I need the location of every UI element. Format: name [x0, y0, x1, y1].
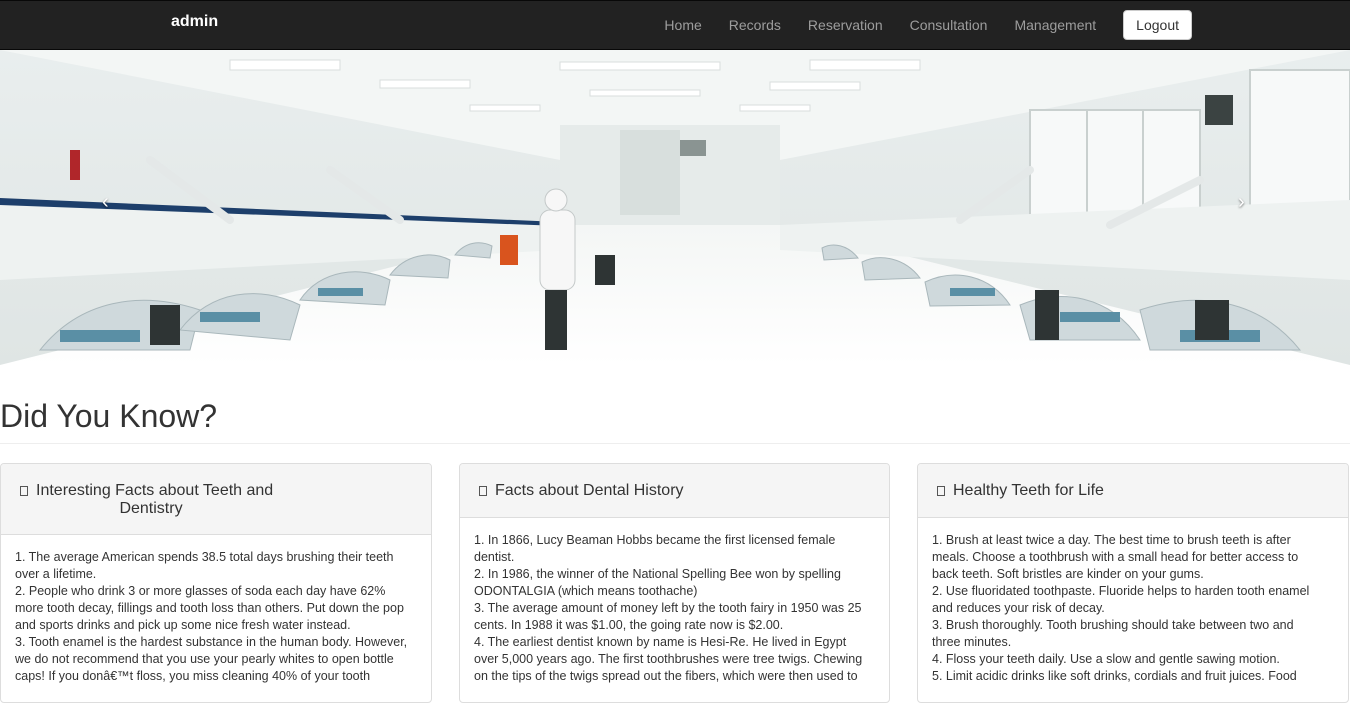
panel-body: 1. Brush at least twice a day. The best … [918, 518, 1348, 699]
panel-text-line: 3. Brush thoroughly. Tooth brushing shou… [932, 618, 1294, 632]
panel-dental-history: Facts about Dental History 1. In 1866, L… [459, 463, 890, 703]
nav-consultation[interactable]: Consultation [910, 17, 988, 33]
carousel-prev-icon[interactable]: ‹ [102, 192, 109, 212]
panel-text-line: ODONTALGIA (which means toothache) [474, 584, 698, 598]
panel-text-line: 1. Brush at least twice a day. The best … [932, 533, 1291, 547]
panel-text-line: and sports drinks and pick up some nice … [15, 618, 351, 632]
panel-text-line: over 5,000 years ago. The first toothbru… [474, 652, 863, 666]
panel-text-line: 1. The average American spends 38.5 tota… [15, 550, 394, 564]
panel-text-line: cents. In 1988 it was $1.00, the going r… [474, 618, 784, 632]
panel-teeth-facts: Interesting Facts about Teeth and Dentis… [0, 463, 432, 703]
panel-text-line: back teeth. Soft bristles are kinder on … [932, 567, 1204, 581]
panel-title-line2: Dentistry [119, 500, 183, 517]
section-divider [0, 443, 1350, 444]
panel-text-line: 4. Floss your teeth daily. Use a slow an… [932, 652, 1280, 666]
panel-text-line: 2. In 1986, the winner of the National S… [474, 567, 841, 581]
panel-text-line: meals. Choose a toothbrush with a small … [932, 550, 1299, 564]
panel-body: 1. The average American spends 38.5 tota… [1, 535, 431, 699]
panel-heading: Healthy Teeth for Life [918, 464, 1348, 518]
nav-records[interactable]: Records [729, 17, 781, 33]
panel-text-line: 3. Tooth enamel is the hardest substance… [15, 635, 408, 649]
panel-body: 1. In 1866, Lucy Beaman Hobbs became the… [460, 518, 889, 699]
panel-title: Facts about Dental History [495, 482, 684, 499]
panel-text-line: 4. The earliest dentist known by name is… [474, 635, 847, 649]
panel-healthy-teeth: Healthy Teeth for Life 1. Brush at least… [917, 463, 1349, 703]
nav-reservation[interactable]: Reservation [808, 17, 883, 33]
panel-text-line: on the tips of the twigs spread out the … [474, 669, 858, 683]
page-headline: Did You Know? [0, 398, 218, 434]
navbar-brand[interactable]: admin [171, 13, 218, 31]
panel-text-line: over a lifetime. [15, 567, 97, 581]
panel-text-line: we do not recommend that you use your pe… [15, 652, 394, 666]
panel-text-line: dentist. [474, 550, 515, 564]
panel-text-line: more tooth decay, fillings and tooth los… [15, 601, 404, 615]
logout-button[interactable]: Logout [1123, 10, 1192, 40]
panel-title: Healthy Teeth for Life [953, 482, 1104, 499]
hero-carousel: ‹ › [0, 50, 1350, 365]
panel-text-line: caps! If you donâ€™t floss, you miss cle… [15, 669, 371, 683]
nav-management[interactable]: Management [1014, 17, 1096, 33]
panel-text-line: 1. In 1866, Lucy Beaman Hobbs became the… [474, 533, 836, 547]
top-navbar: admin Home Records Reservation Consultat… [0, 0, 1350, 50]
panel-text-line: and reduces your risk of decay. [932, 601, 1105, 615]
panel-title: Interesting Facts about Teeth and [36, 482, 274, 499]
carousel-next-icon[interactable]: › [1238, 192, 1245, 212]
panel-text-line: 2. Use fluoridated toothpaste. Fluoride … [932, 584, 1310, 598]
panel-text-line: three minutes. [932, 635, 1012, 649]
info-icon [20, 485, 28, 496]
panel-heading: Interesting Facts about Teeth and Dentis… [1, 464, 431, 535]
info-icon [937, 485, 945, 496]
navbar-menu: Home Records Reservation Consultation Ma… [664, 1, 1350, 49]
panel-text-line: 2. People who drink 3 or more glasses of… [15, 584, 386, 598]
panel-heading: Facts about Dental History [460, 464, 889, 518]
nav-home[interactable]: Home [664, 17, 701, 33]
panel-text-line: 5. Limit acidic drinks like soft drinks,… [932, 669, 1297, 683]
panel-text-line: 3. The average amount of money left by t… [474, 601, 862, 615]
info-icon [479, 485, 487, 496]
dental-clinic-photo [0, 50, 1350, 365]
